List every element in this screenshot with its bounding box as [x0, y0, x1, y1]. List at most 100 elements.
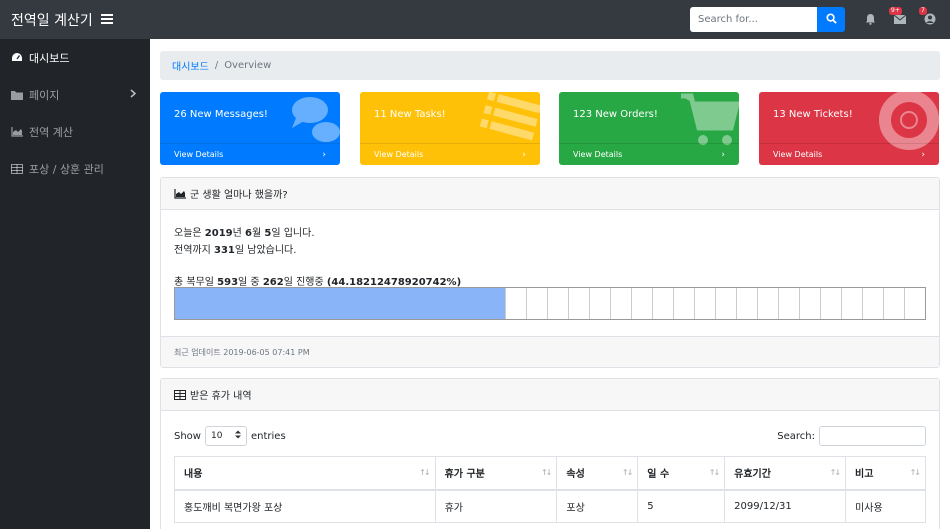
column-header[interactable]: 속성 ↑↓ [556, 456, 639, 491]
service-progress-bar [174, 287, 926, 320]
column-header-label: 속성 [566, 469, 585, 481]
card-messages-link[interactable]: View Details › [160, 143, 340, 165]
panel-title: 군 생활 얼마나 했을까? [190, 190, 288, 201]
breadcrumb-current: Overview [224, 60, 272, 71]
progress-segment-divider [799, 288, 800, 319]
progress-segment-divider [736, 288, 737, 319]
column-header[interactable]: 유효기간 ↑↓ [724, 456, 847, 491]
text-segment: 월 [251, 228, 265, 239]
view-details-label: View Details [773, 150, 823, 159]
progress-segment-divider [589, 288, 590, 319]
breadcrumb-separator: / [214, 60, 219, 71]
today-line: 오늘은 2019년 6월 5일 입니다. [174, 224, 315, 239]
table-cell: 미사용 [845, 489, 926, 523]
progress-segment-divider [547, 288, 548, 319]
envelope-icon[interactable]: 9+ [889, 7, 908, 27]
table-cell: 2099/12/31 [724, 489, 847, 523]
area-chart-icon [11, 126, 25, 137]
progress-segment-divider [610, 288, 611, 319]
user-circle-icon[interactable]: 7 [919, 7, 938, 27]
table-search-input[interactable] [819, 426, 926, 446]
column-header-label: 비고 [855, 469, 874, 481]
folder-icon [11, 90, 25, 100]
card-tasks: 11 New Tasks! View Details › [360, 92, 540, 165]
last-updated-text: 최근 업데이트 2019-06-05 07:41 PM [174, 347, 310, 357]
card-tickets-text: 13 New Tickets! [773, 109, 853, 120]
view-details-label: View Details [374, 150, 424, 159]
sort-arrows-icon: ↑↓ [708, 468, 720, 477]
sort-arrows-icon: ↑↓ [829, 468, 841, 477]
sidebar-item-dashboard[interactable]: 대시보드 [0, 39, 150, 76]
column-header-label: 내용 [184, 469, 203, 481]
area-chart-icon [174, 188, 186, 199]
card-orders: 123 New Orders! View Details › [559, 92, 739, 165]
total-line: 총 복무일 593일 중 262일 진행중 (44.18212478920742… [174, 273, 461, 288]
table-header-row: 내용 ↑↓ 휴가 구분 ↑↓ 속성 ↑↓ 일 수 ↑↓ 유효기간 ↑↓ 비고 ↑↓ [174, 456, 926, 491]
chevron-right-icon: › [522, 149, 526, 160]
tachometer-icon [11, 52, 25, 63]
progress-segment-divider [652, 288, 653, 319]
text-segment: 오늘은 [174, 228, 205, 239]
card-orders-text: 123 New Orders! [573, 109, 658, 120]
search-icon [825, 12, 837, 27]
card-orders-link[interactable]: View Details › [559, 143, 739, 165]
sidebar-item-label: 포상 / 상훈 관리 [29, 162, 104, 176]
text-segment: 일 남았습니다. [234, 245, 297, 256]
search-button[interactable] [817, 7, 845, 32]
progress-segment-divider [778, 288, 779, 319]
text-segment: 전역까지 [174, 245, 214, 256]
table-search: Search: [777, 426, 926, 446]
navbar-icons: 9+ 7 [862, 7, 938, 27]
card-messages: 26 New Messages! View Details › [160, 92, 340, 165]
sidebar-item-pages[interactable]: 페이지 [0, 76, 150, 113]
column-header[interactable]: 휴가 구분 ↑↓ [434, 456, 558, 491]
progress-segment-divider [715, 288, 716, 319]
progress-segment-divider [862, 288, 863, 319]
text-segment: 일 입니다. [271, 228, 315, 239]
entries-length-select[interactable]: 10 [204, 426, 247, 446]
progress-segment-divider [673, 288, 674, 319]
table-cell: 휴가 [434, 489, 558, 523]
column-header-label: 유효기간 [734, 469, 771, 481]
remaining-line: 전역까지 331일 남았습니다. [174, 241, 296, 256]
search-input[interactable] [690, 7, 817, 32]
card-tasks-link[interactable]: View Details › [360, 143, 540, 165]
progress-segment-divider [757, 288, 758, 319]
text-segment: 년 [232, 228, 246, 239]
breadcrumb-dashboard-link[interactable]: 대시보드 [172, 58, 209, 73]
sort-arrows-icon: ↑↓ [909, 468, 921, 477]
search-form [690, 7, 845, 32]
chevron-right-icon: › [322, 149, 326, 160]
leave-history-panel: 받은 휴가 내역 Show 10 entries Search: 내용 ↑↓ 휴가 … [160, 378, 940, 529]
column-header[interactable]: 일 수 ↑↓ [637, 456, 726, 491]
card-tasks-text: 11 New Tasks! [374, 109, 446, 120]
bell-icon[interactable] [862, 11, 878, 27]
table-cell: 5 [637, 489, 726, 523]
entries-label: entries [250, 430, 286, 442]
leave-table: 내용 ↑↓ 휴가 구분 ↑↓ 속성 ↑↓ 일 수 ↑↓ 유효기간 ↑↓ 비고 ↑↓ 홍도깨비 복면가왕… [174, 456, 926, 523]
chevron-right-icon: › [921, 149, 925, 160]
panel-footer: 최근 업데이트 2019-06-05 07:41 PM [161, 336, 939, 367]
messages-badge: 7 [919, 7, 927, 15]
remaining-days-value: 331 [213, 245, 235, 256]
sidebar-item-label: 전역 계산 [29, 125, 73, 139]
progress-segment-divider [694, 288, 695, 319]
menu-toggle-icon[interactable] [100, 12, 113, 28]
sidebar-item-discharge-calc[interactable]: 전역 계산 [0, 113, 150, 150]
progress-segment-divider [820, 288, 821, 319]
card-messages-text: 26 New Messages! [174, 109, 268, 120]
column-header[interactable]: 비고 ↑↓ [845, 456, 926, 491]
sidebar-item-awards[interactable]: 포상 / 상훈 관리 [0, 150, 150, 187]
panel-header: 받은 휴가 내역 [161, 379, 939, 411]
main-content: 대시보드 / Overview 26 New Messages! View De… [150, 39, 950, 529]
card-tickets-link[interactable]: View Details › [759, 143, 939, 165]
table-icon [174, 389, 186, 400]
sidebar-item-label: 페이지 [29, 88, 60, 102]
column-header[interactable]: 내용 ↑↓ [174, 456, 436, 491]
search-label: Search: [777, 430, 815, 442]
chevron-right-icon [130, 88, 137, 101]
sort-arrows-icon: ↑↓ [540, 468, 552, 477]
sort-caret-icon [234, 430, 241, 442]
app-title[interactable]: 전역일 계산기 [11, 10, 93, 30]
table-icon [11, 163, 25, 174]
